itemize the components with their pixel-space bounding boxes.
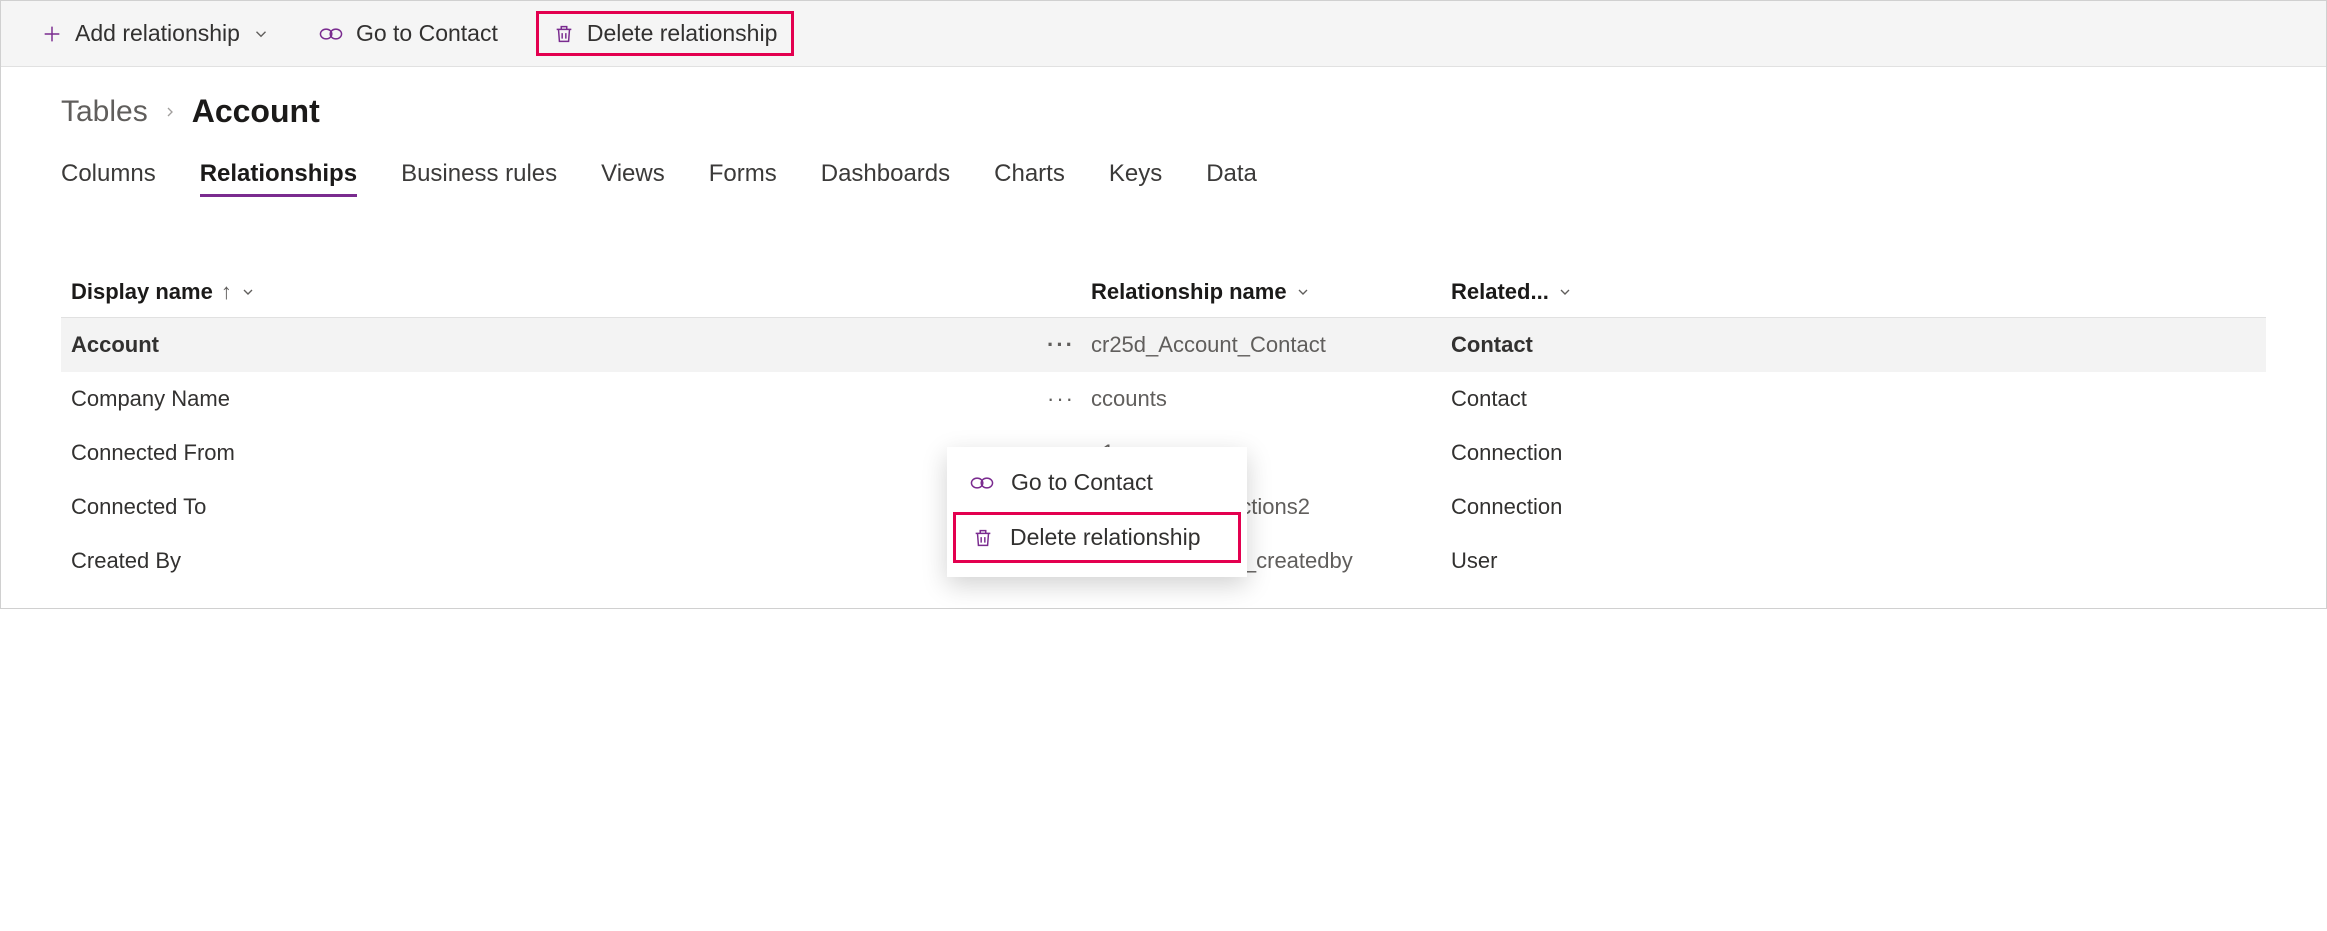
content-area: Tables Account Columns Relationships Bus… (1, 67, 2326, 608)
toolbar: Add relationship Go to Contact Delete re… (1, 1, 2326, 67)
col-header-related-label: Related... (1451, 279, 1549, 305)
menu-item-delete-label: Delete relationship (1010, 524, 1201, 551)
menu-item-goto-contact[interactable]: Go to Contact (947, 457, 1247, 508)
tab-business-rules[interactable]: Business rules (401, 160, 557, 197)
tab-views[interactable]: Views (601, 160, 665, 197)
trash-icon (553, 22, 575, 46)
cell-relationship-name: ccounts (1091, 386, 1167, 412)
chevron-down-icon (240, 284, 256, 300)
breadcrumb: Tables Account (61, 93, 2266, 130)
cell-related: Connection (1451, 494, 1562, 520)
delete-highlight: Delete relationship (536, 11, 795, 56)
tab-keys[interactable]: Keys (1109, 160, 1162, 197)
tab-forms[interactable]: Forms (709, 160, 777, 197)
table-row[interactable]: Company Name ··· ccounts Contact (61, 372, 2266, 426)
cell-display-name: Connected To (71, 494, 206, 520)
trash-icon (972, 526, 994, 550)
sort-ascending-icon: ↑ (221, 279, 232, 305)
cell-related: Connection (1451, 440, 1562, 466)
row-more-button[interactable]: ··· (1031, 386, 1091, 412)
grid-header: Display name ↑ Relationship name Related… (61, 267, 2266, 318)
add-relationship-label: Add relationship (75, 20, 240, 47)
tabs: Columns Relationships Business rules Vie… (61, 160, 2266, 197)
cell-relationship-name: cr25d_Account_Contact (1091, 332, 1326, 358)
col-header-related[interactable]: Related... (1451, 279, 1621, 305)
col-header-display-name-label: Display name (71, 279, 213, 305)
cell-display-name: Account (71, 332, 159, 358)
link-icon (969, 473, 995, 493)
chevron-down-icon (1295, 284, 1311, 300)
menu-item-goto-label: Go to Contact (1011, 469, 1153, 496)
col-header-relationship-name-label: Relationship name (1091, 279, 1287, 305)
row-more-button[interactable]: ··· (1031, 332, 1091, 358)
cell-related: User (1451, 548, 1497, 574)
chevron-down-icon (1557, 284, 1573, 300)
cell-related: Contact (1451, 386, 1527, 412)
plus-icon (41, 23, 63, 45)
delete-relationship-label: Delete relationship (587, 20, 778, 47)
tab-data[interactable]: Data (1206, 160, 1257, 197)
tab-columns[interactable]: Columns (61, 160, 156, 197)
cell-display-name: Created By (71, 548, 181, 574)
delete-relationship-button[interactable]: Delete relationship (543, 14, 788, 53)
cell-related: Contact (1451, 332, 1533, 358)
menu-item-delete-relationship[interactable]: Delete relationship (953, 512, 1241, 563)
chevron-down-icon (252, 25, 270, 43)
cell-display-name: Company Name (71, 386, 230, 412)
breadcrumb-current: Account (192, 93, 320, 130)
table-row[interactable]: Account ··· cr25d_Account_Contact Contac… (61, 318, 2266, 372)
link-icon (318, 24, 344, 44)
tab-charts[interactable]: Charts (994, 160, 1065, 197)
context-menu: Go to Contact Delete relationship (947, 447, 1247, 577)
col-header-display-name[interactable]: Display name ↑ (71, 279, 1031, 305)
goto-contact-button[interactable]: Go to Contact (308, 14, 508, 53)
tab-dashboards[interactable]: Dashboards (821, 160, 950, 197)
add-relationship-button[interactable]: Add relationship (31, 14, 280, 53)
chevron-right-icon (162, 104, 178, 120)
cell-display-name: Connected From (71, 440, 235, 466)
goto-contact-label: Go to Contact (356, 20, 498, 47)
breadcrumb-root[interactable]: Tables (61, 95, 148, 129)
tab-relationships[interactable]: Relationships (200, 160, 357, 197)
col-header-relationship-name[interactable]: Relationship name (1091, 279, 1451, 305)
